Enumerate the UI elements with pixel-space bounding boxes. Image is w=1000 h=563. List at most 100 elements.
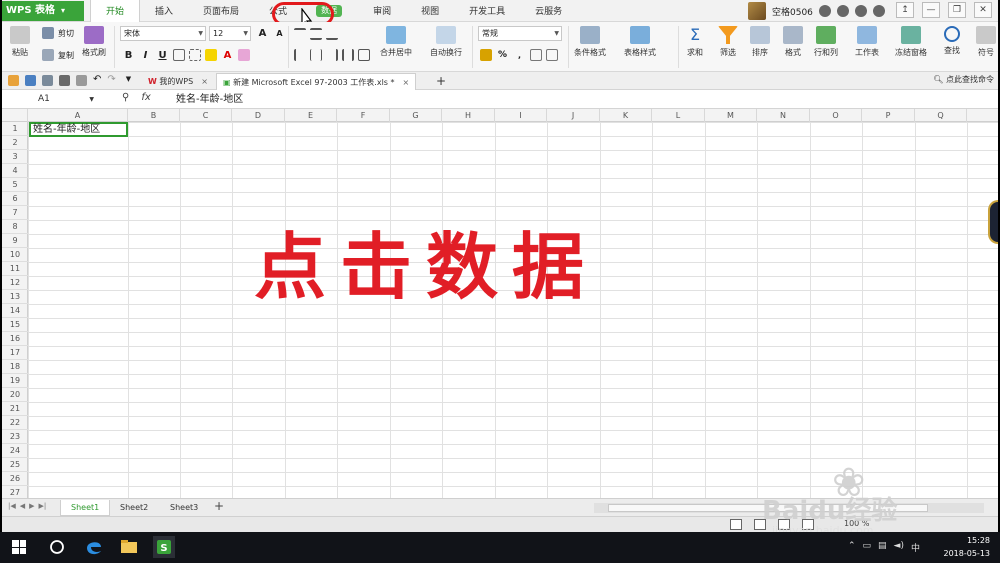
select-all-corner[interactable] (2, 109, 28, 122)
row-header[interactable]: 23 (2, 430, 28, 444)
increase-decimal-icon[interactable] (530, 49, 542, 61)
column-header[interactable]: E (285, 109, 337, 122)
sort-button[interactable]: 排序 (750, 26, 770, 58)
row-header[interactable]: 8 (2, 220, 28, 234)
format-painter-button[interactable]: 格式刷 (82, 26, 106, 58)
fill-color-icon[interactable] (205, 49, 217, 61)
rows-cols-button[interactable]: 行和列 (814, 26, 838, 58)
print-icon[interactable] (59, 75, 70, 86)
volume-icon[interactable]: ◄) (894, 541, 904, 554)
font-name-select[interactable]: 宋体 ▼ (120, 26, 206, 41)
font-size-select[interactable]: 12 ▼ (209, 26, 251, 41)
wps-app-menu-button[interactable]: WPS 表格 ▾ (2, 1, 84, 21)
settings-icon[interactable] (818, 5, 831, 17)
column-header[interactable]: A (28, 109, 128, 122)
network-icon[interactable]: ▤ (878, 541, 887, 554)
close-icon[interactable]: × (403, 78, 410, 87)
justify-icon[interactable] (342, 49, 354, 61)
share-icon[interactable] (854, 5, 867, 17)
paste-button[interactable]: 粘贴 (10, 26, 30, 58)
add-sheet-button[interactable]: + (214, 499, 224, 513)
row-header[interactable]: 11 (2, 262, 28, 276)
restore-button[interactable]: ❐ (948, 2, 966, 18)
row-header[interactable]: 14 (2, 304, 28, 318)
conditional-format-button[interactable]: 条件格式 (574, 26, 606, 58)
column-header[interactable]: I (495, 109, 547, 122)
tab-developer[interactable]: 开发工具 (454, 0, 520, 22)
merge-center-button[interactable]: 合并居中 (380, 26, 412, 58)
row-header[interactable]: 7 (2, 206, 28, 220)
tab-review[interactable]: 审阅 (358, 0, 406, 22)
wrap-text-button[interactable]: 自动换行 (430, 26, 462, 58)
edge-browser-icon[interactable] (83, 536, 105, 558)
start-button[interactable] (12, 540, 26, 554)
chevron-down-icon[interactable]: ▼ (126, 75, 131, 86)
font-color-icon[interactable]: A (221, 50, 234, 61)
sum-button[interactable]: Σ 求和 (685, 26, 705, 58)
row-header[interactable]: 3 (2, 150, 28, 164)
align-bottom-icon[interactable] (326, 28, 338, 40)
row-header[interactable]: 6 (2, 192, 28, 206)
row-header[interactable]: 22 (2, 416, 28, 430)
row-header[interactable]: 1 (2, 122, 28, 136)
row-header[interactable]: 21 (2, 402, 28, 416)
column-header[interactable]: G (390, 109, 442, 122)
row-header[interactable]: 17 (2, 346, 28, 360)
export-icon[interactable] (76, 75, 87, 86)
save-icon[interactable] (25, 75, 36, 86)
row-header[interactable]: 18 (2, 360, 28, 374)
tab-home[interactable]: 开始 (90, 0, 141, 22)
decrease-decimal-icon[interactable] (546, 49, 558, 61)
distribute-icon[interactable] (358, 49, 370, 61)
tab-view[interactable]: 视图 (406, 0, 454, 22)
row-header[interactable]: 20 (2, 388, 28, 402)
skin-icon[interactable] (836, 5, 849, 17)
undo-icon[interactable]: ↶ (93, 75, 101, 86)
command-search[interactable]: 🔍︎ 点此查找命令 (933, 74, 994, 85)
worksheet-button[interactable]: 工作表 (855, 26, 879, 58)
clock[interactable]: 15:28 2018-05-13 (944, 534, 991, 560)
row-header[interactable]: 12 (2, 276, 28, 290)
italic-icon[interactable]: I (139, 50, 152, 61)
chevron-up-icon[interactable]: ⌃ (848, 541, 856, 554)
row-header[interactable]: 16 (2, 332, 28, 346)
tab-cloud[interactable]: 云服务 (520, 0, 577, 22)
close-icon[interactable]: × (201, 77, 208, 86)
column-header[interactable]: F (337, 109, 390, 122)
name-box[interactable]: A1 ▼ (4, 92, 96, 107)
column-header[interactable]: P (862, 109, 915, 122)
row-header[interactable]: 27 (2, 486, 28, 498)
copy-button[interactable]: 复制 (42, 49, 74, 61)
column-header[interactable]: H (442, 109, 495, 122)
column-header[interactable]: N (757, 109, 810, 122)
currency-icon[interactable] (480, 49, 492, 61)
zoom-icon[interactable]: ⚲ (122, 92, 129, 103)
row-header[interactable]: 5 (2, 178, 28, 192)
close-button[interactable]: ✕ (974, 2, 992, 18)
avatar[interactable] (748, 2, 766, 20)
column-header[interactable]: K (600, 109, 652, 122)
column-header[interactable]: L (652, 109, 705, 122)
row-header[interactable]: 24 (2, 444, 28, 458)
prev-sheet-icon[interactable]: ◀ (20, 502, 25, 510)
row-header[interactable]: 25 (2, 458, 28, 472)
format-button[interactable]: 格式 (783, 26, 803, 58)
first-sheet-icon[interactable]: |◀ (8, 502, 16, 510)
minimize-button[interactable]: — (922, 2, 940, 18)
bold-icon[interactable]: B (122, 50, 135, 61)
print-preview-icon[interactable] (42, 75, 53, 86)
formula-input[interactable]: 姓名-年龄-地区 (176, 92, 243, 107)
row-header[interactable]: 15 (2, 318, 28, 332)
sheet-tab-1[interactable]: Sheet1 (60, 500, 111, 516)
sheet-tab-2[interactable]: Sheet2 (110, 500, 158, 516)
row-header[interactable]: 9 (2, 234, 28, 248)
tab-my-wps[interactable]: W 我的WPS × (142, 73, 214, 90)
align-top-icon[interactable] (294, 28, 306, 40)
cell-a1[interactable]: 姓名-年龄-地区 (29, 122, 128, 137)
last-sheet-icon[interactable]: ▶| (39, 502, 47, 510)
ime-indicator[interactable]: 中 (911, 541, 920, 554)
underline-icon[interactable]: U (156, 50, 169, 61)
percent-icon[interactable]: % (496, 50, 509, 60)
symbol-button[interactable]: 符号 (976, 26, 996, 58)
align-center-icon[interactable] (310, 49, 322, 61)
